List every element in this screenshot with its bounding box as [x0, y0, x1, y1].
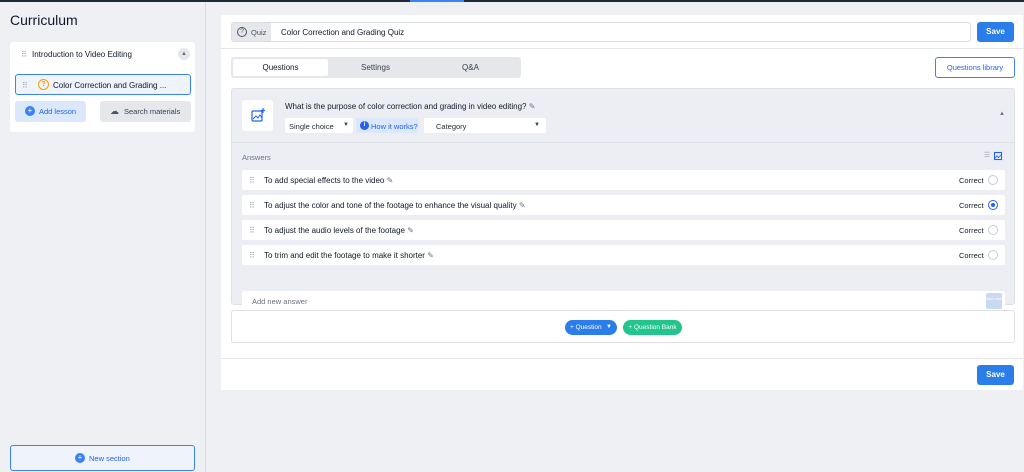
correct-label: Correct	[959, 176, 984, 185]
question-bank-button[interactable]: + Question Bank	[623, 320, 682, 335]
info-icon: i	[360, 121, 369, 130]
chevron-up-icon[interactable]: ▲	[178, 48, 190, 60]
question-text[interactable]: What is the purpose of color correction …	[285, 102, 535, 111]
question-type-value: Single choice	[289, 122, 334, 131]
caret-down-icon: ▼	[606, 324, 612, 330]
section-header[interactable]: ⠿ Introduction to Video Editing ▲	[10, 42, 195, 68]
question-card: What is the purpose of color correction …	[231, 88, 1015, 311]
divider	[232, 142, 1014, 143]
plus-icon: +	[75, 453, 85, 463]
search-materials-label: Search materials	[124, 107, 181, 116]
answer-text[interactable]: To adjust the color and tone of the foot…	[264, 201, 526, 210]
answer-row: ⠿ To adjust the audio levels of the foot…	[242, 220, 1005, 240]
divider	[221, 48, 1023, 49]
answer-text[interactable]: To add special effects to the video ✎	[264, 176, 393, 185]
answer-row: ⠿ To add special effects to the video ✎ …	[242, 170, 1005, 190]
correct-radio[interactable]	[988, 225, 998, 235]
search-materials-button[interactable]: ☁ Search materials	[100, 101, 191, 122]
cloud-upload-icon: ☁	[110, 106, 119, 116]
category-placeholder: Category	[436, 122, 467, 131]
add-question-button[interactable]: + Question ▼	[565, 320, 617, 335]
pencil-icon[interactable]: ✎	[427, 251, 434, 260]
add-image-button[interactable]	[242, 100, 273, 131]
question-text-label: What is the purpose of color correction …	[285, 102, 527, 111]
answer-text-label: To trim and edit the footage to make it …	[264, 251, 425, 260]
tab-questions[interactable]: Questions	[233, 59, 328, 76]
new-answer-input[interactable]	[252, 294, 952, 308]
chevron-up-icon[interactable]: ▲	[999, 111, 1005, 117]
answer-text-label: To adjust the audio levels of the footag…	[264, 226, 405, 235]
answer-row: ⠿ To adjust the color and tone of the fo…	[242, 195, 1005, 215]
new-section-label: New section	[89, 454, 130, 463]
pencil-icon[interactable]: ✎	[387, 176, 394, 185]
lesson-item[interactable]: ⠿ ? Color Correction and Grading ...	[15, 74, 191, 95]
curriculum-sidebar: Curriculum ⠿ Introduction to Video Editi…	[0, 2, 206, 472]
correct-radio[interactable]	[988, 250, 998, 260]
question-type-select[interactable]: Single choice ▼	[285, 118, 353, 133]
quiz-title-field: ? Quiz	[231, 22, 971, 42]
pencil-icon[interactable]: ✎	[407, 226, 414, 235]
new-section-button[interactable]: + New section	[10, 445, 195, 471]
drag-handle-icon[interactable]: ⠿	[249, 176, 255, 185]
drag-handle-icon[interactable]: ⠿	[249, 251, 255, 260]
tab-qa[interactable]: Q&A	[423, 59, 518, 76]
answer-text-label: To add special effects to the video	[264, 176, 385, 185]
how-it-works-label: How it works?	[371, 122, 418, 131]
pencil-icon[interactable]: ✎	[519, 201, 526, 210]
add-answer-button[interactable]: Add new	[986, 293, 1002, 309]
list-view-icon[interactable]: ☰	[982, 151, 992, 161]
caret-down-icon: ▼	[343, 122, 349, 128]
answer-text-label: To adjust the color and tone of the foot…	[264, 201, 517, 210]
image-plus-icon	[251, 108, 265, 122]
drag-handle-icon[interactable]: ⠿	[22, 81, 28, 90]
editor-tabs: Questions Settings Q&A	[231, 57, 521, 78]
drag-handle-icon[interactable]: ⠿	[249, 226, 255, 235]
question-icon: ?	[38, 79, 49, 90]
quiz-title-input[interactable]	[281, 24, 961, 40]
add-question-label: + Question	[570, 324, 602, 331]
save-button[interactable]: Save	[977, 365, 1014, 385]
image-view-icon[interactable]	[993, 151, 1003, 161]
correct-label: Correct	[959, 251, 984, 260]
pencil-icon[interactable]: ✎	[529, 102, 536, 111]
plus-icon: +	[25, 106, 35, 116]
add-lesson-button[interactable]: + Add lesson	[15, 101, 86, 122]
caret-down-icon: ▼	[534, 122, 540, 128]
lesson-label: Color Correction and Grading ...	[53, 81, 167, 90]
section-card: ⠿ Introduction to Video Editing ▲ ⠿ ? Co…	[10, 42, 195, 132]
quiz-editor: ? Quiz Save Questions Settings Q&A Quest…	[221, 15, 1023, 390]
question-icon: ?	[237, 27, 247, 37]
divider	[221, 358, 1023, 359]
top-bar-accent	[410, 0, 464, 2]
answer-text[interactable]: To trim and edit the footage to make it …	[264, 251, 434, 260]
quiz-badge-label: Quiz	[251, 28, 267, 37]
questions-library-button[interactable]: Questions library	[935, 57, 1015, 78]
drag-handle-icon[interactable]: ⠿	[21, 50, 27, 59]
correct-radio[interactable]	[988, 200, 998, 210]
answers-label: Answers	[242, 153, 271, 162]
sidebar-title: Curriculum	[10, 12, 78, 28]
how-it-works-button[interactable]: i How it works?	[356, 118, 418, 133]
quiz-type-badge: ? Quiz	[232, 23, 271, 41]
tab-settings[interactable]: Settings	[328, 59, 423, 76]
drag-handle-icon[interactable]: ⠿	[249, 201, 255, 210]
new-answer-row: Add new	[242, 291, 1005, 311]
answer-row: ⠿ To trim and edit the footage to make i…	[242, 245, 1005, 265]
save-button[interactable]: Save	[977, 22, 1014, 42]
category-select[interactable]: Category ▼	[424, 118, 546, 133]
correct-label: Correct	[959, 226, 984, 235]
question-adders: + Question ▼ + Question Bank	[231, 310, 1015, 343]
answer-text[interactable]: To adjust the audio levels of the footag…	[264, 226, 414, 235]
add-lesson-label: Add lesson	[39, 107, 77, 116]
correct-radio[interactable]	[988, 175, 998, 185]
correct-label: Correct	[959, 201, 984, 210]
section-name: Introduction to Video Editing	[32, 50, 132, 59]
